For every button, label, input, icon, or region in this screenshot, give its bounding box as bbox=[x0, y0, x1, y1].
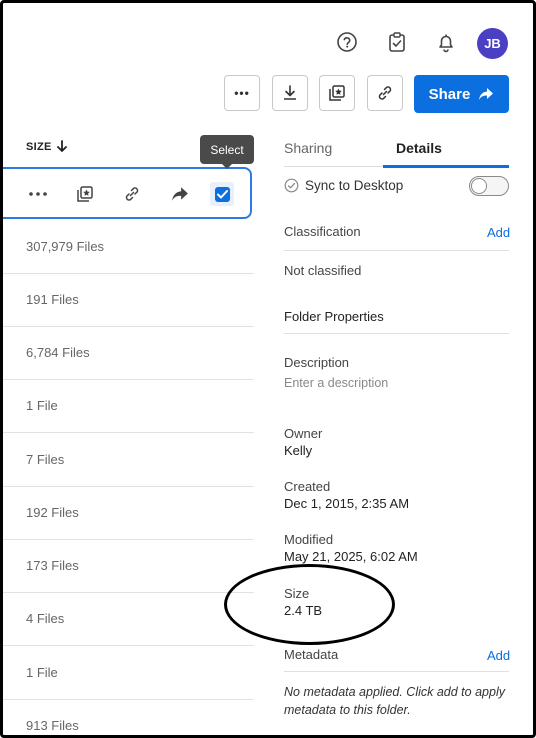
owner-label: Owner bbox=[284, 426, 323, 441]
file-count: 913 Files bbox=[26, 718, 79, 733]
link-icon[interactable] bbox=[121, 183, 143, 205]
share-button[interactable]: Share bbox=[414, 75, 509, 113]
metadata-label: Metadata bbox=[284, 647, 339, 662]
active-tab-indicator bbox=[383, 165, 509, 168]
tab-sharing[interactable]: Sharing bbox=[284, 140, 332, 156]
list-item[interactable]: 1 File bbox=[3, 380, 254, 433]
description-label: Description bbox=[284, 355, 350, 370]
share-arrow-icon[interactable] bbox=[169, 183, 191, 205]
created-label: Created bbox=[284, 479, 331, 494]
file-count: 6,784 Files bbox=[26, 345, 90, 360]
file-count: 1 File bbox=[26, 665, 58, 680]
file-count: 7 Files bbox=[26, 452, 65, 467]
list-item[interactable]: 191 Files bbox=[3, 274, 254, 327]
size-column-header[interactable]: SIZE bbox=[26, 140, 68, 153]
clipboard-check-icon[interactable] bbox=[385, 30, 409, 54]
modified-label: Modified bbox=[284, 532, 334, 547]
size-header-label: SIZE bbox=[26, 140, 52, 153]
list-item[interactable]: 307,979 Files bbox=[3, 221, 254, 274]
created-value: Dec 1, 2015, 2:35 AM bbox=[284, 496, 410, 511]
sync-to-desktop-row: Sync to Desktop bbox=[284, 178, 403, 193]
share-arrow-icon bbox=[479, 88, 494, 100]
top-bar: JB bbox=[3, 3, 533, 73]
divider bbox=[284, 333, 509, 334]
bell-icon[interactable] bbox=[434, 30, 458, 54]
folder-properties-heading: Folder Properties bbox=[284, 309, 384, 324]
app-window: JB ••• Share SIZE 307,979 Files 191 File… bbox=[0, 0, 536, 738]
select-checkbox[interactable] bbox=[210, 182, 234, 206]
add-to-collection-button[interactable] bbox=[319, 75, 355, 111]
list-item[interactable]: 1 File bbox=[3, 647, 254, 700]
file-count: 4 Files bbox=[26, 611, 65, 626]
divider bbox=[284, 250, 509, 251]
list-item[interactable]: 6,784 Files bbox=[3, 327, 254, 380]
description-field[interactable]: Enter a description bbox=[284, 376, 388, 390]
question-circle-icon[interactable] bbox=[335, 30, 359, 54]
list-item[interactable]: 913 Files bbox=[3, 700, 254, 735]
avatar[interactable]: JB bbox=[477, 28, 508, 59]
file-count: 307,979 Files bbox=[26, 239, 105, 254]
metadata-add-link[interactable]: Add bbox=[487, 648, 510, 663]
more-label: ••• bbox=[234, 86, 250, 100]
tab-details[interactable]: Details bbox=[396, 140, 442, 156]
more-horizontal-icon[interactable] bbox=[27, 183, 49, 205]
link-icon bbox=[378, 86, 392, 100]
toggle-knob bbox=[471, 178, 487, 194]
selected-row-actions[interactable] bbox=[3, 167, 252, 219]
list-item[interactable]: 192 Files bbox=[3, 487, 254, 540]
copy-link-button[interactable] bbox=[367, 75, 403, 111]
list-item[interactable]: 4 Files bbox=[3, 593, 254, 646]
sync-toggle[interactable] bbox=[469, 176, 509, 196]
checkmark-icon bbox=[214, 186, 230, 202]
file-count: 191 Files bbox=[26, 292, 79, 307]
select-tooltip: Select bbox=[200, 135, 254, 169]
file-count: 192 Files bbox=[26, 505, 79, 520]
modified-value: May 21, 2025, 6:02 AM bbox=[284, 549, 418, 564]
file-count: 1 File bbox=[26, 398, 58, 413]
arrow-down-icon bbox=[56, 140, 67, 152]
download-button[interactable] bbox=[272, 75, 308, 111]
metadata-note: No metadata applied. Click add to apply … bbox=[284, 685, 505, 717]
list-item[interactable]: 7 Files bbox=[3, 434, 254, 487]
file-list: SIZE 307,979 Files 191 Files 6,784 Files… bbox=[3, 123, 254, 735]
classification-label: Classification bbox=[284, 224, 361, 239]
collection-star-icon bbox=[329, 85, 345, 101]
list-item[interactable]: 173 Files bbox=[3, 540, 254, 593]
share-label: Share bbox=[428, 85, 471, 103]
classification-add-link[interactable]: Add bbox=[487, 225, 510, 240]
sync-label: Sync to Desktop bbox=[305, 178, 404, 193]
file-count: 173 Files bbox=[26, 558, 79, 573]
annotation-ellipse bbox=[224, 564, 395, 645]
check-circle-icon bbox=[284, 178, 299, 193]
classification-value: Not classified bbox=[284, 263, 362, 278]
divider bbox=[284, 671, 509, 672]
download-icon bbox=[284, 85, 296, 100]
more-options-button[interactable]: ••• bbox=[224, 75, 260, 111]
collection-star-icon[interactable] bbox=[74, 183, 96, 205]
owner-value: Kelly bbox=[284, 443, 313, 458]
